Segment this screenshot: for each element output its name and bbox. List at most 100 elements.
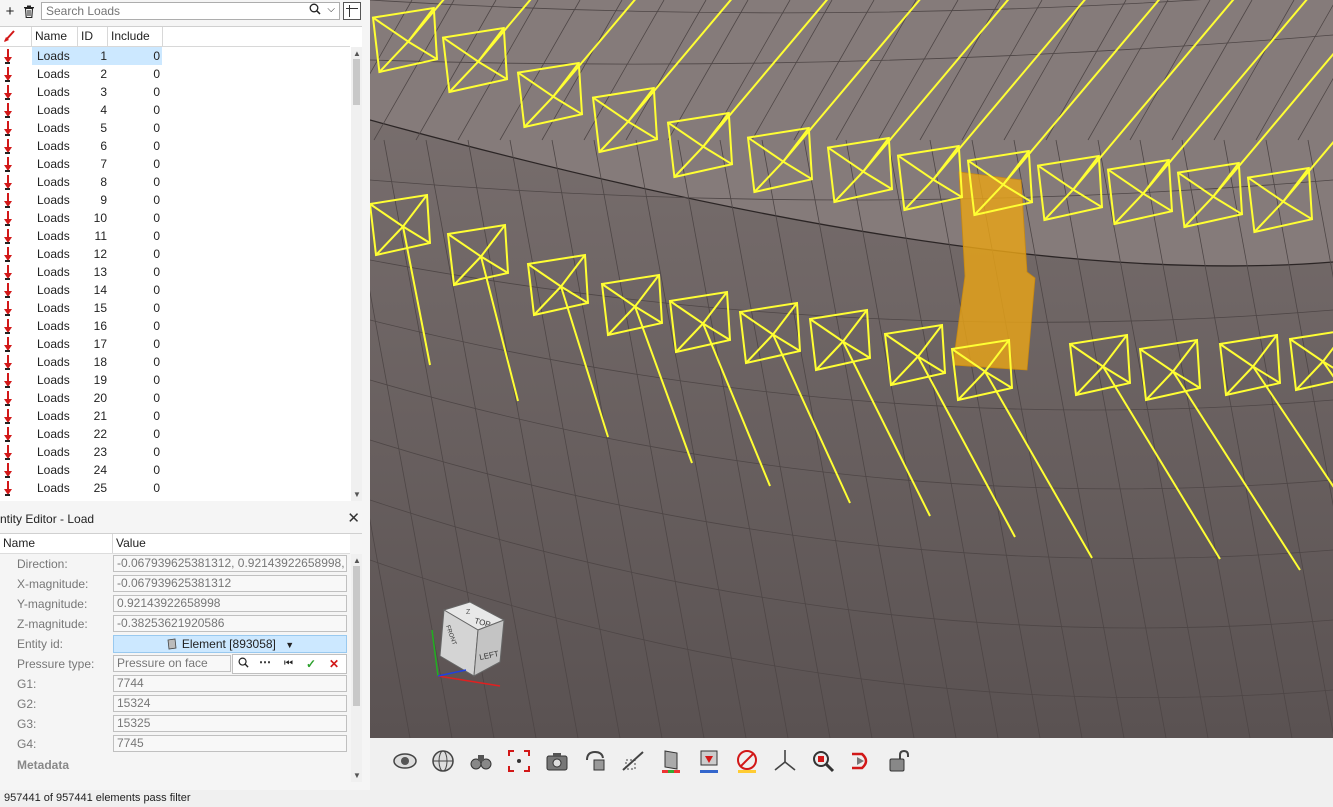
table-row[interactable]: Loads 2 0 — [0, 65, 350, 83]
model-view[interactable]: TOP LEFT FRONT Z — [370, 0, 1333, 738]
ymag-field[interactable]: 0.92143922658998 — [113, 595, 347, 612]
cell-name: Loads — [37, 85, 70, 99]
table-row[interactable]: Loads 5 0 — [0, 119, 350, 137]
more-icon[interactable]: ⋯ — [259, 655, 271, 669]
trash-icon[interactable] — [20, 2, 38, 20]
fit-view-icon[interactable] — [506, 748, 532, 774]
scroll-thumb[interactable] — [353, 566, 360, 706]
cell-include: 0 — [153, 211, 160, 225]
scroll-up-icon[interactable]: ▲ — [353, 556, 361, 565]
cell-include: 0 — [153, 463, 160, 477]
table-row[interactable]: Loads 6 0 — [0, 137, 350, 155]
cell-include: 0 — [153, 445, 160, 459]
table-row[interactable]: Loads 17 0 — [0, 335, 350, 353]
header-name[interactable]: Name — [32, 27, 78, 46]
header-include[interactable]: Include — [108, 27, 163, 46]
cell-name: Loads — [37, 193, 70, 207]
xmag-field[interactable]: -0.067939625381312 — [113, 575, 347, 592]
table-row[interactable]: Loads 14 0 — [0, 281, 350, 299]
cell-id: 4 — [100, 103, 107, 117]
chevron-down-icon[interactable]: ▼ — [285, 640, 294, 650]
section-cut-icon[interactable] — [620, 748, 646, 774]
element-color-icon[interactable] — [658, 748, 684, 774]
cell-id: 1 — [100, 49, 107, 63]
table-row[interactable]: Loads 7 0 — [0, 155, 350, 173]
scroll-down-icon[interactable]: ▼ — [353, 490, 361, 499]
cell-name: Loads — [37, 265, 70, 279]
table-row[interactable]: Loads 1 0 — [0, 47, 350, 65]
scroll-thumb[interactable] — [353, 59, 360, 105]
cancel-icon[interactable]: ✕ — [329, 657, 339, 671]
zoom-icon[interactable] — [810, 748, 836, 774]
table-row[interactable]: Loads 9 0 — [0, 191, 350, 209]
browser-toolbar: + ⌵ — [0, 0, 364, 24]
g4-field[interactable]: 7745 — [113, 735, 347, 752]
g3-field[interactable]: 15325 — [113, 715, 347, 732]
table-row[interactable]: Loads 24 0 — [0, 461, 350, 479]
pressure-label: Pressure type: — [17, 657, 95, 671]
table-row[interactable]: Loads 8 0 — [0, 173, 350, 191]
graphics-viewport[interactable]: TOP LEFT FRONT Z — [370, 0, 1333, 738]
table-row[interactable]: Loads 16 0 — [0, 317, 350, 335]
table-row[interactable]: Loads 23 0 — [0, 443, 350, 461]
table-row[interactable]: Loads 11 0 — [0, 227, 350, 245]
column-layout-button[interactable] — [343, 2, 361, 20]
table-row[interactable]: Loads 19 0 — [0, 371, 350, 389]
table-row[interactable]: Loads 13 0 — [0, 263, 350, 281]
search-icon[interactable] — [238, 657, 249, 671]
globe-icon[interactable] — [430, 748, 456, 774]
load-icon — [2, 318, 14, 334]
load-icon — [2, 120, 14, 136]
entity-id-selector[interactable]: Element [893058] ▼ — [113, 635, 347, 653]
load-display-icon[interactable] — [696, 748, 722, 774]
cell-id: 10 — [93, 211, 107, 225]
cell-include: 0 — [153, 337, 160, 351]
table-row[interactable]: Loads 20 0 — [0, 389, 350, 407]
scroll-up-icon[interactable]: ▲ — [353, 49, 361, 58]
reset-icon[interactable]: ⏮ — [284, 658, 293, 669]
table-row[interactable]: Loads 3 0 — [0, 83, 350, 101]
check-icon[interactable]: ✓ — [306, 657, 316, 671]
load-icon — [2, 228, 14, 244]
zmag-field[interactable]: -0.38253621920586 — [113, 615, 347, 632]
table-row[interactable]: Loads 22 0 — [0, 425, 350, 443]
direction-field[interactable]: -0.067939625381312, 0.92143922658998, -.… — [113, 555, 347, 572]
table-row[interactable]: Loads 12 0 — [0, 245, 350, 263]
eye-icon[interactable] — [392, 748, 418, 774]
g3-label: G3: — [17, 717, 37, 731]
binoculars-icon[interactable] — [468, 748, 494, 774]
close-icon[interactable]: ✕ — [347, 509, 360, 529]
rotate-object-icon[interactable] — [582, 748, 608, 774]
cell-include: 0 — [153, 157, 160, 171]
add-icon[interactable]: + — [1, 2, 19, 20]
search-field[interactable]: ⌵ — [41, 2, 340, 20]
cell-name: Loads — [37, 175, 70, 189]
cell-name: Loads — [37, 67, 70, 81]
search-icon[interactable] — [309, 3, 321, 18]
table-row[interactable]: Loads 18 0 — [0, 353, 350, 371]
camera-icon[interactable] — [544, 748, 570, 774]
unlock-icon[interactable] — [886, 748, 912, 774]
scroll-down-icon[interactable]: ▼ — [353, 771, 361, 780]
g2-field[interactable]: 15324 — [113, 695, 347, 712]
no-load-icon[interactable] — [734, 748, 760, 774]
pressure-field[interactable]: Pressure on face — [113, 655, 231, 672]
highlighted-element — [952, 171, 1036, 371]
editor-scrollbar[interactable]: ▲ ▼ — [351, 554, 362, 782]
list-scrollbar[interactable]: ▲ ▼ — [351, 47, 362, 501]
search-input[interactable] — [42, 3, 310, 19]
header-id[interactable]: ID — [78, 27, 108, 46]
axis-triad-icon[interactable] — [772, 748, 798, 774]
table-row[interactable]: Loads 25 0 — [0, 479, 350, 497]
3d-view-icon[interactable] — [848, 748, 874, 774]
xmag-row: X-magnitude: -0.067939625381312 — [0, 574, 350, 594]
table-row[interactable]: Loads 21 0 — [0, 407, 350, 425]
chevron-down-icon[interactable]: ⌵ — [327, 4, 335, 15]
g1-field[interactable]: 7744 — [113, 675, 347, 692]
table-row[interactable]: Loads 10 0 — [0, 209, 350, 227]
table-row[interactable]: Loads 15 0 — [0, 299, 350, 317]
cell-id: 13 — [93, 265, 107, 279]
table-row[interactable]: Loads 4 0 — [0, 101, 350, 119]
header-icon-col[interactable] — [0, 27, 32, 46]
metadata-label[interactable]: Metadata — [17, 758, 69, 772]
